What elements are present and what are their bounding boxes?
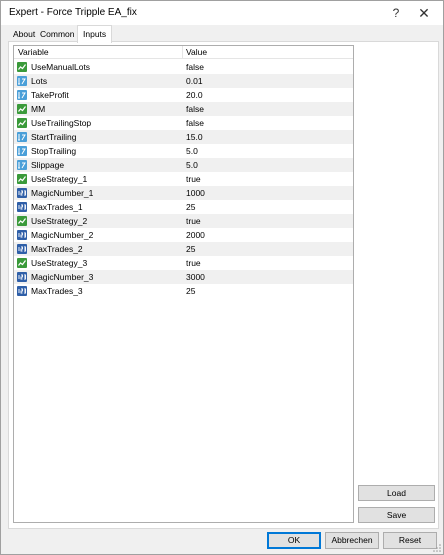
input-name: UseTrailingStop [31, 118, 92, 128]
input-name: MaxTrades_3 [31, 286, 83, 296]
inputs-panel: Variable Value UseManualLots false Lots 0.0… [8, 41, 439, 529]
header-value[interactable]: Value [186, 47, 207, 57]
input-name: MagicNumber_3 [31, 272, 94, 282]
boolean-icon [17, 62, 27, 72]
boolean-icon [17, 118, 27, 128]
input-row[interactable]: MagicNumber_2 2000 [14, 228, 353, 242]
input-value[interactable]: 25 [186, 286, 195, 296]
list-header: Variable Value [14, 46, 353, 59]
title-bar: Expert - Force Tripple EA_fix ? ✕ [1, 1, 443, 25]
cancel-button[interactable]: Abbrechen [325, 532, 379, 549]
double-icon [17, 146, 27, 156]
boolean-icon [17, 258, 27, 268]
resize-grip-icon[interactable] [433, 544, 441, 552]
input-value[interactable]: 2000 [186, 230, 205, 240]
input-name: MagicNumber_2 [31, 230, 94, 240]
input-name: Lots [31, 76, 48, 86]
input-row[interactable]: UseTrailingStop false [14, 116, 353, 130]
double-icon [17, 90, 27, 100]
input-row[interactable]: UseStrategy_2 true [14, 214, 353, 228]
header-divider[interactable] [182, 46, 183, 59]
integer-icon [17, 202, 27, 212]
input-row[interactable]: Slippage 5.0 [14, 158, 353, 172]
input-name: Slippage [31, 160, 65, 170]
input-name: UseManualLots [31, 62, 91, 72]
input-value[interactable]: true [186, 258, 201, 268]
tab-inputs[interactable]: Inputs [77, 25, 113, 43]
input-row[interactable]: MagicNumber_1 1000 [14, 186, 353, 200]
ok-button[interactable]: OK [267, 532, 321, 549]
inputs-rows: UseManualLots false Lots 0.01 TakeProfit 20.0… [14, 60, 353, 298]
input-name: MaxTrades_2 [31, 244, 83, 254]
input-value[interactable]: 5.0 [186, 146, 198, 156]
load-button[interactable]: Load [358, 485, 435, 501]
boolean-icon [17, 216, 27, 226]
input-row[interactable]: MaxTrades_3 25 [14, 284, 353, 298]
boolean-icon [17, 174, 27, 184]
input-value[interactable]: true [186, 216, 201, 226]
double-icon [17, 160, 27, 170]
input-value[interactable]: true [186, 174, 201, 184]
input-row[interactable]: StopTrailing 5.0 [14, 144, 353, 158]
integer-icon [17, 272, 27, 282]
input-row[interactable]: UseStrategy_1 true [14, 172, 353, 186]
input-row[interactable]: UseStrategy_3 true [14, 256, 353, 270]
input-name: UseStrategy_3 [31, 258, 88, 268]
input-value[interactable]: 25 [186, 202, 195, 212]
tab-common[interactable]: Common [37, 28, 77, 42]
integer-icon [17, 188, 27, 198]
input-name: StartTrailing [31, 132, 77, 142]
double-icon [17, 132, 27, 142]
input-value[interactable]: 20.0 [186, 90, 203, 100]
input-row[interactable]: MagicNumber_3 3000 [14, 270, 353, 284]
input-name: MM [31, 104, 46, 114]
input-row[interactable]: MM false [14, 102, 353, 116]
double-icon [17, 76, 27, 86]
input-value[interactable]: 5.0 [186, 160, 198, 170]
close-button[interactable]: ✕ [409, 3, 439, 23]
input-value[interactable]: false [186, 62, 204, 72]
input-name: UseStrategy_1 [31, 174, 88, 184]
input-row[interactable]: Lots 0.01 [14, 74, 353, 88]
integer-icon [17, 230, 27, 240]
input-row[interactable]: MaxTrades_1 25 [14, 200, 353, 214]
input-row[interactable]: StartTrailing 15.0 [14, 130, 353, 144]
integer-icon [17, 244, 27, 254]
reset-button[interactable]: Reset [383, 532, 437, 549]
input-name: StopTrailing [31, 146, 77, 156]
input-name: UseStrategy_2 [31, 216, 88, 226]
save-button[interactable]: Save [358, 507, 435, 523]
input-row[interactable]: UseManualLots false [14, 60, 353, 74]
inputs-list: Variable Value UseManualLots false Lots 0.0… [13, 45, 354, 523]
input-name: MaxTrades_1 [31, 202, 83, 212]
input-value[interactable]: 3000 [186, 272, 205, 282]
input-value[interactable]: 15.0 [186, 132, 203, 142]
input-value[interactable]: false [186, 104, 204, 114]
input-value[interactable]: 1000 [186, 188, 205, 198]
input-row[interactable]: TakeProfit 20.0 [14, 88, 353, 102]
header-variable[interactable]: Variable [18, 47, 49, 57]
input-row[interactable]: MaxTrades_2 25 [14, 242, 353, 256]
input-value[interactable]: false [186, 118, 204, 128]
boolean-icon [17, 104, 27, 114]
expert-dialog: Expert - Force Tripple EA_fix ? ✕ About … [0, 0, 444, 555]
integer-icon [17, 286, 27, 296]
input-name: TakeProfit [31, 90, 69, 100]
input-value[interactable]: 25 [186, 244, 195, 254]
tab-about[interactable]: About [10, 28, 38, 42]
window-title: Expert - Force Tripple EA_fix [9, 7, 137, 18]
input-name: MagicNumber_1 [31, 188, 94, 198]
help-button[interactable]: ? [381, 3, 411, 23]
input-value[interactable]: 0.01 [186, 76, 203, 86]
